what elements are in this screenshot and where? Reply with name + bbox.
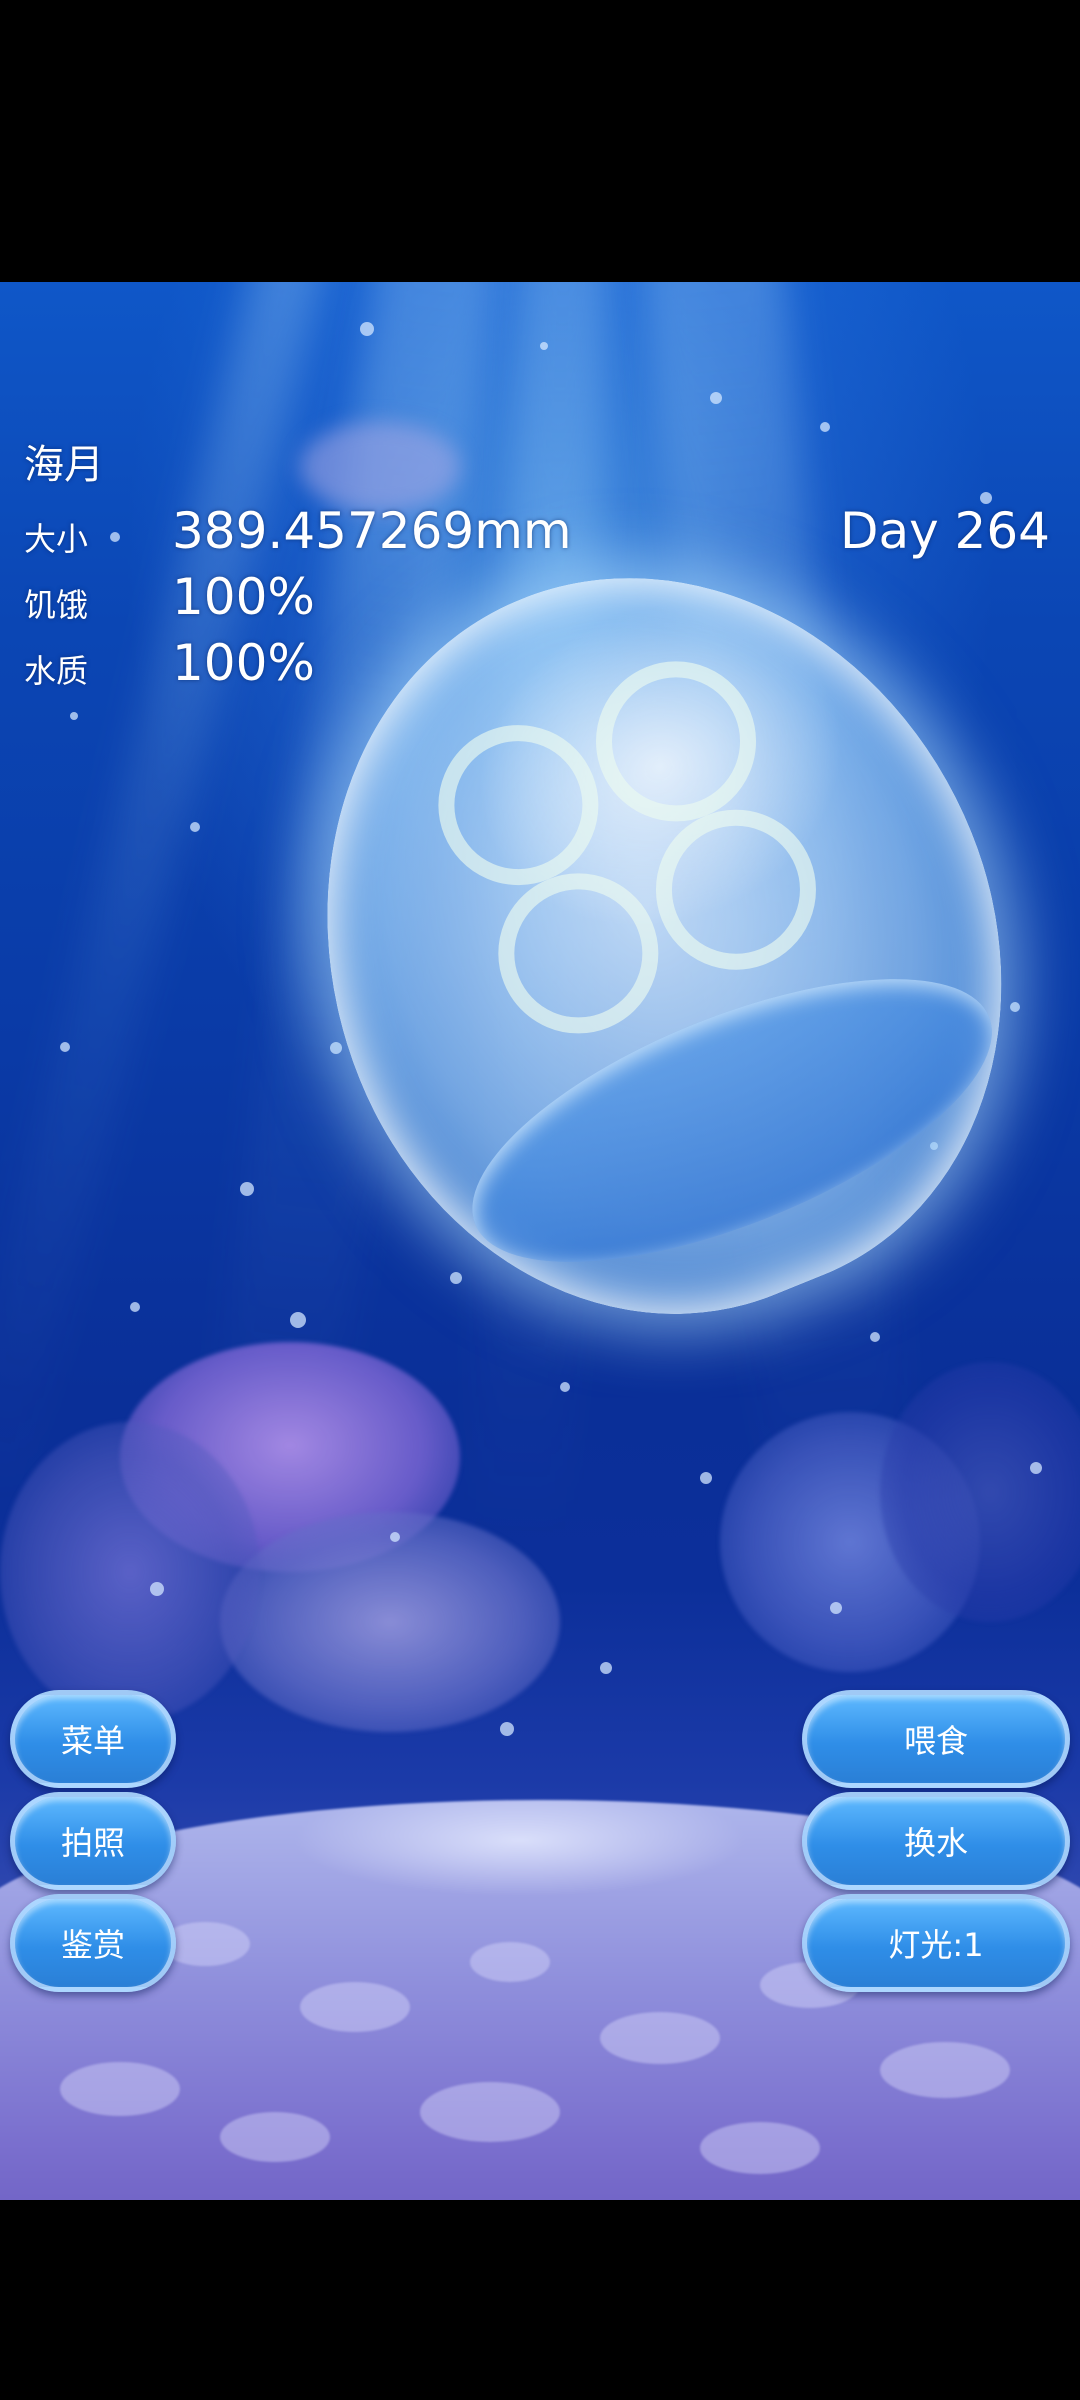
feed-button[interactable]: 喂食 (802, 1690, 1070, 1788)
pebble (700, 2122, 820, 2174)
coral-left (0, 1422, 260, 1722)
water-quality-value: 100% (172, 634, 315, 692)
bubble (870, 1332, 880, 1342)
pebble (470, 1942, 550, 1982)
bubble (600, 1662, 612, 1674)
species-name: 海月 (24, 442, 104, 488)
bubble (150, 1582, 164, 1596)
bubble (190, 822, 200, 832)
bubble (110, 532, 120, 542)
bubble (390, 1532, 400, 1542)
gallery-button[interactable]: 鉴赏 (10, 1894, 176, 1992)
bubble (70, 712, 78, 720)
bubble (700, 1472, 712, 1484)
screen: 海月 大小 389.457269mm 饥饿 100% 水质 100% Day 2… (0, 0, 1080, 2400)
pebble (60, 2062, 180, 2116)
pebble (880, 2042, 1010, 2098)
bubble (560, 1382, 570, 1392)
bubble (540, 342, 548, 350)
bubble (820, 422, 830, 432)
bubble (130, 1302, 140, 1312)
bubble (710, 392, 722, 404)
hunger-label: 饥饿 (24, 586, 89, 624)
pebble (600, 2012, 720, 2064)
bubble (830, 1602, 842, 1614)
size-label: 大小 (24, 520, 89, 558)
hunger-value: 100% (172, 568, 315, 626)
bubble (500, 1722, 514, 1736)
menu-button[interactable]: 菜单 (10, 1690, 176, 1788)
bubble (60, 1042, 70, 1052)
size-value: 389.457269mm (172, 502, 572, 560)
bubble (360, 322, 374, 336)
bubble (1030, 1462, 1042, 1474)
pebble (420, 2082, 560, 2142)
bubble (240, 1182, 254, 1196)
water-quality-label: 水质 (24, 652, 89, 690)
change-water-button[interactable]: 换水 (802, 1792, 1070, 1890)
light-button[interactable]: 灯光:1 (802, 1894, 1070, 1992)
bubble (330, 1042, 342, 1054)
photo-button[interactable]: 拍照 (10, 1792, 176, 1890)
bubble (290, 1312, 306, 1328)
coral-left (220, 1512, 560, 1732)
pink-cloud (300, 422, 460, 512)
pebble (300, 1982, 410, 2032)
pebble (220, 2112, 330, 2162)
day-counter: Day 264 (839, 502, 1050, 560)
